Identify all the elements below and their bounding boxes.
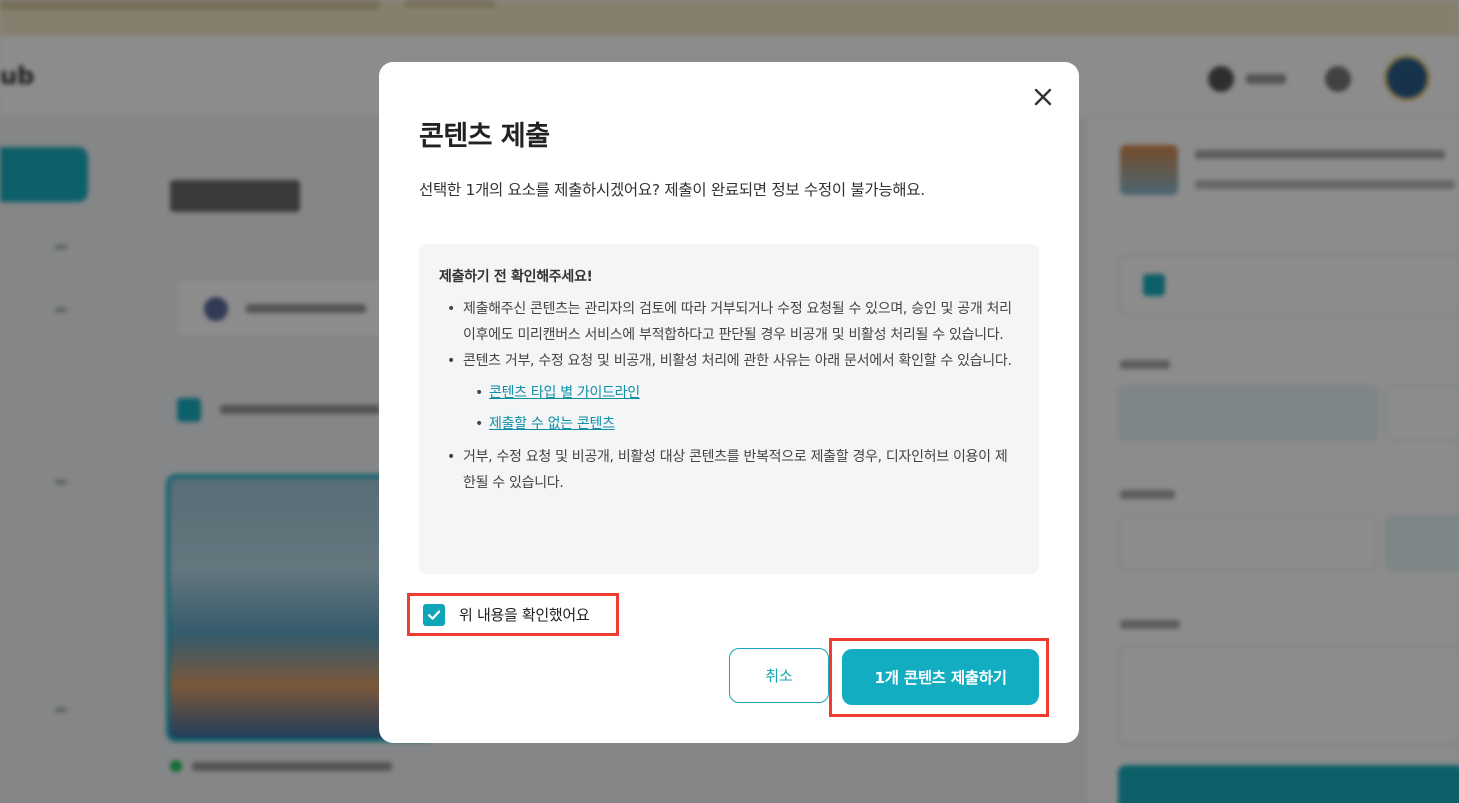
confirm-checkbox-row[interactable]: 위 내용을 확인했어요	[407, 593, 619, 636]
close-icon	[1034, 88, 1052, 106]
notice-item: 제출해주신 콘텐츠는 관리자의 검토에 따라 거부되거나 수정 요청될 수 있으…	[439, 296, 1019, 348]
notice-box: 제출하기 전 확인해주세요! 제출해주신 콘텐츠는 관리자의 검토에 따라 거부…	[419, 244, 1039, 574]
link-list-item: 제출할 수 없는 콘텐츠	[463, 409, 1019, 440]
submit-button[interactable]: 1개 콘텐츠 제출하기	[842, 649, 1039, 705]
guideline-link[interactable]: 콘텐츠 타입 별 가이드라인	[489, 385, 640, 401]
dialog-description: 선택한 1개의 요소를 제출하시겠어요? 제출이 완료되면 정보 수정이 불가능…	[419, 181, 925, 199]
confirm-checkbox-label[interactable]: 위 내용을 확인했어요	[459, 604, 590, 625]
check-icon	[427, 610, 441, 620]
cancel-button[interactable]: 취소	[729, 648, 829, 703]
confirm-checkbox[interactable]	[423, 603, 445, 626]
notice-item-text: 콘텐츠 거부, 수정 요청 및 비공개, 비활성 처리에 관한 사유는 아래 문…	[463, 353, 1012, 369]
dialog-title: 콘텐츠 제출	[419, 121, 550, 152]
submit-content-dialog: 콘텐츠 제출 선택한 1개의 요소를 제출하시겠어요? 제출이 완료되면 정보 …	[379, 62, 1079, 743]
notice-list: 제출해주신 콘텐츠는 관리자의 검토에 따라 거부되거나 수정 요청될 수 있으…	[439, 296, 1019, 496]
notice-title: 제출하기 전 확인해주세요!	[439, 269, 593, 285]
link-list-item: 콘텐츠 타입 별 가이드라인	[463, 378, 1019, 409]
prohibited-content-link[interactable]: 제출할 수 없는 콘텐츠	[489, 416, 615, 432]
notice-link-list: 콘텐츠 타입 별 가이드라인 제출할 수 없는 콘텐츠	[463, 378, 1019, 440]
submit-button-highlight: 1개 콘텐츠 제출하기	[829, 638, 1049, 717]
close-button[interactable]	[1030, 84, 1056, 110]
notice-item: 콘텐츠 거부, 수정 요청 및 비공개, 비활성 처리에 관한 사유는 아래 문…	[439, 348, 1019, 440]
notice-item: 거부, 수정 요청 및 비공개, 비활성 대상 콘텐츠를 반복적으로 제출할 경…	[439, 444, 1019, 496]
